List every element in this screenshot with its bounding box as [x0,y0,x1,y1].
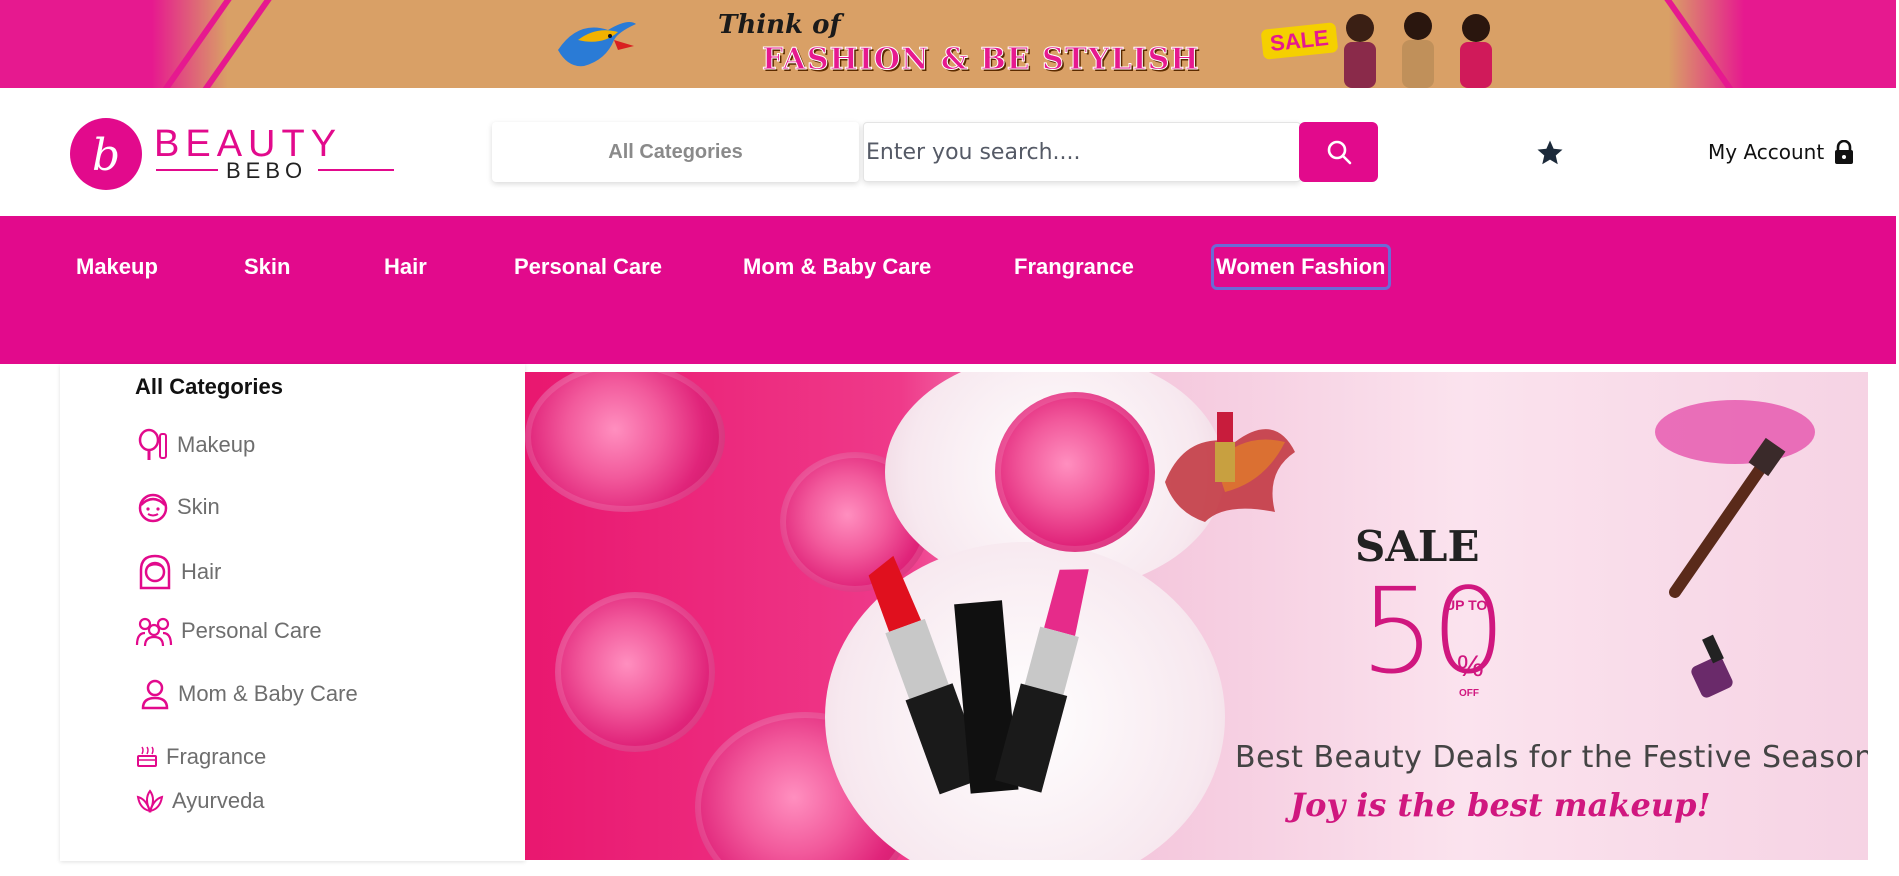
logo-sub: BEBO [226,158,307,183]
search-input[interactable] [863,122,1301,182]
sidebar-item-label: Personal Care [181,618,322,643]
mirror-comb-icon [138,428,167,460]
sidebar-item-label: Hair [181,559,222,584]
sidebar-title: All Categories [135,374,283,399]
promo-stripe [1660,0,1746,88]
hair-icon [139,554,171,590]
promo-headline: FASHION & BE STYLISH [762,42,1200,78]
nav-item-makeup[interactable]: Makeup [76,244,158,290]
main-nav: Makeup Skin Hair Personal Care Mom & Bab… [0,216,1896,364]
hero-up-to: UP TO [1445,597,1488,613]
sidebar-item-label: Fragrance [166,744,267,769]
hero-tagline: Best Beauty Deals for the Festive Season [1235,740,1868,775]
makeup-splash-image [1165,412,1295,522]
category-sidebar: All Categories Makeup Skin Hair Personal… [60,364,525,861]
beauty-bebo-logo[interactable]: b BEAUTY BEBO [68,116,408,192]
category-select[interactable]: All Categories [492,122,859,182]
search-button[interactable] [1299,122,1378,182]
person-icon [141,679,169,710]
site-header: b BEAUTY BEBO All Categories My Account [0,88,1899,216]
sidebar-item-makeup[interactable]: Makeup [137,428,255,462]
rose-decoration [995,392,1155,552]
promo-stripe [190,0,276,88]
bird-icon [558,22,636,67]
hero-slogan: Joy is the best makeup! [1290,786,1711,824]
models-image [1344,12,1492,88]
lotus-icon [136,789,164,813]
hero-banner[interactable]: SALE 50 UP TO % OFF Best Beauty Deals fo… [525,372,1868,860]
face-icon [138,493,168,523]
sidebar-item-label: Skin [177,494,220,519]
nav-item-hair[interactable]: Hair [384,244,427,290]
svg-text:b: b [92,130,120,181]
nav-item-skin[interactable]: Skin [244,244,290,290]
nav-item-fragrance[interactable]: Frangrance [1014,244,1134,290]
my-account-link[interactable]: My Account [1708,140,1854,164]
rose-decoration [555,592,715,752]
sidebar-item-personal-care[interactable]: Personal Care [135,615,322,647]
nav-item-mom-baby-care[interactable]: Mom & Baby Care [743,244,931,290]
sidebar-item-ayurveda[interactable]: Ayurveda [136,788,265,814]
rose-decoration [525,372,725,512]
lipsticks-image [868,555,1089,795]
fragrance-icon [137,746,157,767]
sidebar-item-label: Makeup [177,432,256,457]
hero-percent-sign: % [1457,650,1484,683]
brush-image [1655,400,1815,598]
star-icon[interactable] [1535,138,1565,168]
nav-item-women-fashion[interactable]: Women Fashion [1211,244,1391,290]
promo-banner[interactable]: Think of FASHION & BE STYLISH SALE [0,0,1896,88]
promo-sale-badge: SALE [1260,22,1339,60]
sidebar-item-label: Mom & Baby Care [178,681,358,706]
sidebar-item-skin[interactable]: Skin [137,491,220,523]
my-account-label: My Account [1708,140,1825,164]
hero-off: OFF [1459,688,1479,699]
sidebar-item-mom-baby-care[interactable]: Mom & Baby Care [140,678,358,710]
nav-item-personal-care[interactable]: Personal Care [514,244,662,290]
promo-stripe [150,0,236,88]
lock-icon [1835,140,1854,164]
search-icon [1327,140,1351,165]
people-icon [135,617,173,647]
sidebar-item-label: Ayurveda [172,788,265,813]
sidebar-item-fragrance[interactable]: Fragrance [136,744,266,770]
sidebar-item-hair[interactable]: Hair [137,554,221,590]
nail-polish-image [1691,634,1733,698]
promo-think-text: Think of [718,10,841,40]
